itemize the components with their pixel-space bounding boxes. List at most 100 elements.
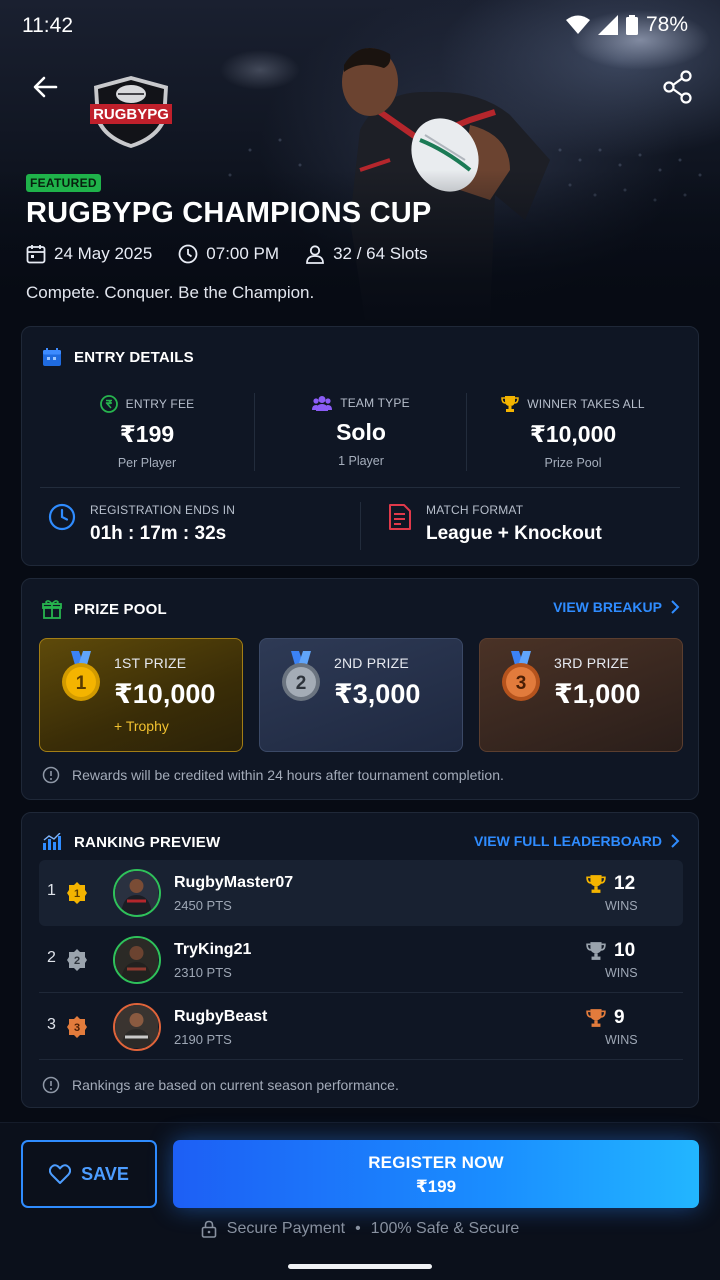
- leaderboard-row[interactable]: 2 2 TryKing21 2310 PTS 10 WINS: [39, 927, 683, 993]
- second-prize-card: 2 2ND PRIZE ₹3,000: [259, 638, 463, 752]
- wins-count: 12: [614, 873, 636, 894]
- player-wins: 9: [586, 1007, 625, 1029]
- featured-badge: FEATURED: [26, 174, 101, 192]
- separator-dot: •: [355, 1220, 361, 1237]
- divider: [254, 393, 255, 471]
- trophy-icon: [501, 396, 520, 412]
- clock-icon: [48, 503, 76, 531]
- player-points: 2450 PTS: [174, 898, 232, 913]
- winner-value: ₹10,000: [529, 421, 617, 447]
- prize-pool-title: PRIZE POOL: [74, 600, 167, 618]
- match-format: MATCH FORMAT League + Knockout: [388, 503, 602, 545]
- home-indicator[interactable]: [288, 1264, 432, 1269]
- wins-label: WINS: [605, 1033, 638, 1047]
- status-icons: 78%: [565, 13, 688, 37]
- wins-count: 10: [614, 940, 636, 961]
- first-prize-extra: + Trophy: [114, 718, 169, 734]
- wins-label: WINS: [605, 966, 638, 980]
- clock-icon: [178, 244, 198, 264]
- player-points: 2310 PTS: [174, 965, 232, 980]
- entry-details-heading: ENTRY DETAILS: [42, 347, 194, 367]
- view-breakup-label: VIEW BREAKUP: [553, 599, 662, 615]
- player-points: 2190 PTS: [174, 1032, 232, 1047]
- prize-note: Rewards will be credited within 24 hours…: [42, 766, 504, 784]
- svg-text:1: 1: [74, 888, 80, 900]
- event-time-text: 07:00 PM: [206, 244, 280, 263]
- back-arrow-icon[interactable]: [28, 70, 62, 104]
- info-icon: [42, 766, 60, 784]
- safe-secure-text: 100% Safe & Secure: [370, 1220, 520, 1237]
- share-icon[interactable]: [662, 70, 694, 104]
- third-prize-card: 3 3RD PRIZE ₹1,000: [479, 638, 683, 752]
- svg-text:3: 3: [74, 1022, 80, 1034]
- silver-medal-icon: 2: [282, 651, 320, 701]
- ranking-title: RANKING PREVIEW: [74, 833, 221, 851]
- rugby-player-image: [342, 48, 550, 320]
- save-button[interactable]: SAVE: [21, 1140, 157, 1208]
- status-time: 11:42: [22, 14, 73, 37]
- event-date-text: 24 May 2025: [54, 244, 153, 263]
- player-name: RugbyBeast: [174, 1008, 268, 1025]
- bronze-rank-badge-icon: 3: [67, 1016, 87, 1038]
- info-icon: [42, 1076, 60, 1094]
- register-now-button[interactable]: REGISTER NOW ₹199: [173, 1140, 699, 1208]
- event-date: 24 May 2025: [26, 244, 152, 264]
- event-slots-text: 32 / 64 Slots: [333, 244, 428, 263]
- player-wins: 10: [586, 940, 635, 962]
- winner-label: WINNER TAKES ALL: [527, 397, 645, 411]
- secure-payment-text: Secure Payment: [226, 1220, 346, 1237]
- save-label: SAVE: [81, 1163, 129, 1184]
- rank-position: 2: [47, 949, 56, 966]
- signal-icon: [597, 15, 618, 35]
- view-leaderboard-link[interactable]: VIEW FULL LEADERBOARD: [474, 833, 680, 849]
- rupee-coin-icon: [99, 395, 118, 413]
- rugbypg-logo: RUGBYPG: [88, 74, 174, 155]
- bronze-medal-icon: 3: [502, 651, 540, 701]
- logo-text: RUGBYPG: [93, 106, 169, 123]
- leaderboard-row[interactable]: 1 1 RugbyMaster07 2450 PTS 12 WINS: [39, 860, 683, 926]
- registration-timer: 01h : 17m : 32s: [90, 523, 227, 544]
- register-price: ₹199: [415, 1177, 457, 1196]
- gold-trophy-icon: [586, 875, 606, 893]
- entry-fee-label: ENTRY FEE: [125, 397, 195, 411]
- first-prize-amount: ₹10,000: [114, 679, 216, 709]
- prize-pool-card: PRIZE POOL VIEW BREAKUP 1 1ST PRIZE ₹10,…: [21, 578, 699, 800]
- registration-label: REGISTRATION ENDS IN: [90, 503, 236, 517]
- avatar: [113, 869, 161, 917]
- ranking-note: Rankings are based on current season per…: [42, 1076, 399, 1094]
- secure-payment-info: Secure Payment • 100% Safe & Secure: [0, 1220, 720, 1238]
- row-divider: [39, 1059, 683, 1060]
- ranking-preview-card: RANKING PREVIEW VIEW FULL LEADERBOARD 1 …: [21, 812, 699, 1108]
- third-prize-amount: ₹1,000: [554, 679, 641, 709]
- winner-sub: Prize Pool: [544, 456, 602, 470]
- chevron-right-icon: [671, 834, 680, 848]
- entry-details-title: ENTRY DETAILS: [74, 348, 194, 366]
- team-type-label: TEAM TYPE: [340, 396, 410, 410]
- second-prize-label: 2ND PRIZE: [334, 655, 409, 671]
- row-divider: [39, 992, 683, 993]
- player-name: RugbyMaster07: [174, 874, 294, 891]
- lock-icon: [201, 1220, 217, 1238]
- status-bar: 11:42 78%: [0, 0, 720, 52]
- second-prize-amount: ₹3,000: [334, 679, 421, 709]
- svg-text:1: 1: [76, 673, 87, 694]
- match-format-value: League + Knockout: [426, 523, 602, 544]
- leaderboard-row[interactable]: 3 3 RugbyBeast 2190 PTS 9 WINS: [39, 994, 683, 1060]
- divider: [466, 393, 467, 471]
- avatar: [113, 1003, 161, 1051]
- ranking-heading: RANKING PREVIEW: [42, 833, 220, 851]
- team-icon: [312, 396, 333, 411]
- entry-fee-value: ₹199: [119, 421, 175, 447]
- team-type-value: Solo: [336, 419, 386, 445]
- entry-fee-sub: Per Player: [117, 456, 177, 470]
- registration-countdown: REGISTRATION ENDS IN 01h : 17m : 32s: [48, 503, 235, 545]
- register-label: REGISTER NOW: [368, 1153, 504, 1172]
- silver-trophy-icon: [586, 942, 606, 960]
- view-breakup-link[interactable]: VIEW BREAKUP: [553, 599, 680, 615]
- wifi-icon: [565, 15, 590, 34]
- battery-icon: [625, 15, 638, 35]
- bronze-trophy-icon: [586, 1009, 606, 1027]
- event-time: 07:00 PM: [178, 244, 279, 264]
- first-prize-label: 1ST PRIZE: [114, 655, 187, 671]
- match-format-label: MATCH FORMAT: [426, 503, 524, 517]
